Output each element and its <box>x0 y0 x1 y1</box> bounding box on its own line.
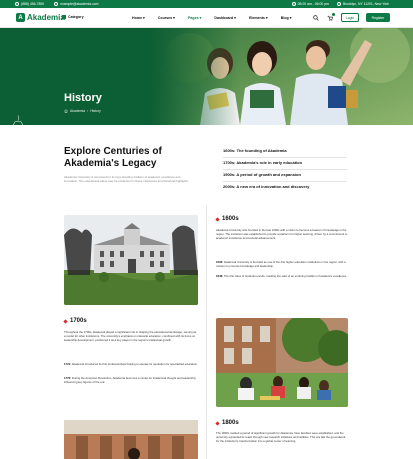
menu-blog[interactable]: Blog ▾ <box>281 16 292 20</box>
main-navigation: A Akademia Category Home ▾ Courses ▾ Pag… <box>0 8 413 28</box>
era-heading-1600s: 1600s <box>215 216 239 222</box>
email-info[interactable]: example@akademia.com <box>54 2 99 6</box>
diamond-icon <box>215 420 220 426</box>
category-button[interactable]: Category <box>62 15 84 19</box>
era-1700s-milestone-1: 1721: Akademia introduced its first prof… <box>64 362 198 366</box>
menu: Home ▾ Courses ▾ Pages ▾ Dashboard ▾ Ele… <box>132 16 292 20</box>
era-1600s-description: Akademia University was founded in the l… <box>216 228 348 240</box>
menu-dashboard[interactable]: Dashboard ▾ <box>214 16 236 20</box>
timeline-item-1700s[interactable]: 1700s: Akademia's role in early educatio… <box>223 158 347 170</box>
login-button[interactable]: Login <box>341 13 359 22</box>
diamond-icon <box>215 216 220 222</box>
search-icon[interactable] <box>313 15 319 21</box>
students-campus-photo <box>216 318 348 407</box>
logo[interactable]: A Akademia <box>16 13 65 22</box>
menu-elements[interactable]: Elements ▾ <box>249 16 268 20</box>
clock-icon <box>291 2 296 6</box>
era-1800s-description: The 1800s marked a period of significant… <box>216 431 346 443</box>
address-info: Brooklyn, NY 11201, New York <box>336 2 389 6</box>
hero-fade-overlay <box>150 28 240 125</box>
section-description: Akademia University is renowned for its … <box>64 175 189 183</box>
page-title: History <box>64 92 102 104</box>
cart-badge <box>332 13 335 16</box>
era-1600s-milestone-1: 1636: Akademia University is founded as … <box>216 260 346 268</box>
location-icon <box>336 2 341 6</box>
lamp-decoration-icon <box>12 115 24 125</box>
top-info-bar: (888) 456-7890 example@akademia.com 08:0… <box>0 0 413 8</box>
timeline-item-1600s[interactable]: 1600s: The founding of Akademia <box>223 146 347 158</box>
hours-info: 08:00 am - 06:00 pm <box>291 2 329 6</box>
era-heading-1800s: 1800s <box>215 420 239 426</box>
phone-info[interactable]: (888) 456-7890 <box>15 2 44 6</box>
campus-building-photo <box>64 420 198 459</box>
era-1700s-milestone-2: 1776: During the American Revolution, Ak… <box>64 376 197 384</box>
logo-mark-icon: A <box>16 13 25 22</box>
menu-home[interactable]: Home ▾ <box>132 16 145 20</box>
menu-courses[interactable]: Courses ▾ <box>158 16 175 20</box>
hero-banner: History Akademia › History <box>0 28 413 125</box>
timeline-divider <box>206 205 207 459</box>
home-icon <box>64 109 68 113</box>
breadcrumb-separator: › <box>87 109 89 113</box>
era-1700s-description: Throughout the 1700s, Akademia played a … <box>64 330 197 342</box>
era-1600s-milestone-2: 1648: The first class of students enroll… <box>216 274 348 278</box>
menu-pages[interactable]: Pages ▾ <box>188 16 201 20</box>
section-title: Explore Centuries of Akademia's Legacy <box>64 146 162 169</box>
era-heading-1700s: 1700s <box>63 318 87 324</box>
phone-icon <box>15 2 19 6</box>
breadcrumb-current: History <box>90 109 101 113</box>
mail-icon <box>54 2 59 6</box>
diamond-icon <box>63 318 68 324</box>
timeline-item-2000s[interactable]: 2000s: A new era of innovation and disco… <box>223 182 347 194</box>
breadcrumb-home[interactable]: Akademia <box>70 109 85 113</box>
castle-photo <box>64 215 198 305</box>
register-button[interactable]: Register <box>366 13 390 22</box>
timeline-list: 1600s: The founding of Akademia 1700s: A… <box>223 146 347 194</box>
timeline-item-1900s[interactable]: 1900s: A period of growth and expansion <box>223 170 347 182</box>
grid-icon <box>62 15 66 19</box>
cart-icon[interactable] <box>327 13 335 21</box>
logo-text: Akademia <box>27 13 65 22</box>
breadcrumb: Akademia › History <box>64 109 101 113</box>
